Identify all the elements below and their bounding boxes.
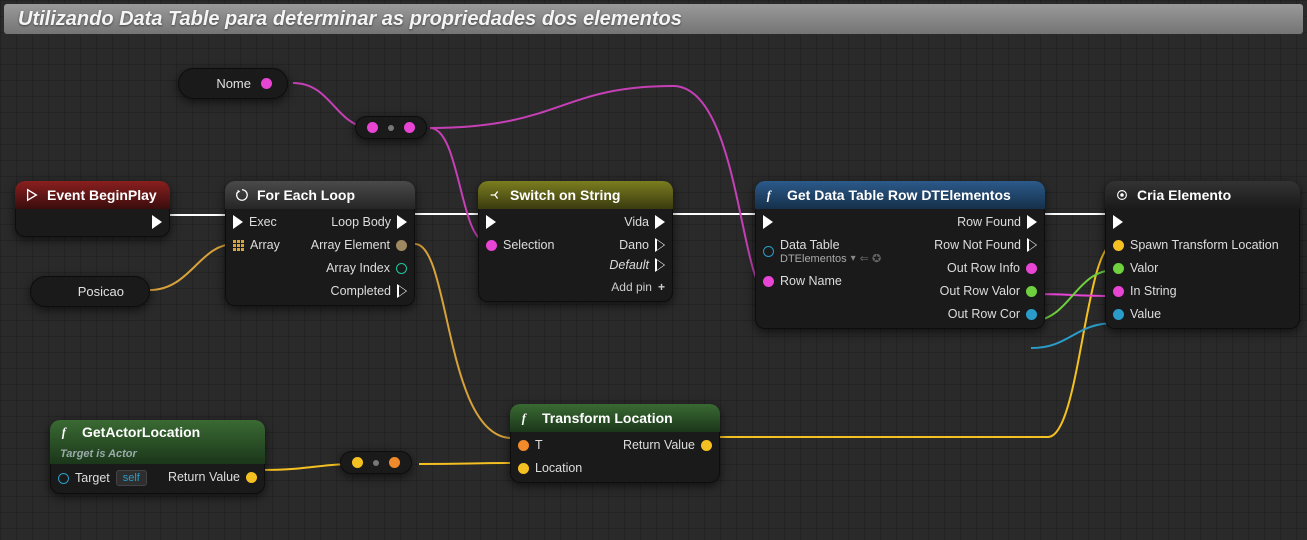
pin-array-element-out[interactable]: Array Element (311, 238, 407, 252)
pin-loopbody-out[interactable]: Loop Body (331, 215, 407, 229)
variable-posicao[interactable]: Posicao (30, 276, 150, 307)
pin-valor[interactable]: Valor (1113, 261, 1279, 275)
svg-text:f: f (62, 425, 68, 439)
pin-case-vida[interactable]: Vida (624, 215, 665, 229)
pin-array-index-out[interactable]: Array Index (326, 261, 407, 275)
graph-canvas[interactable]: Nome Event BeginPlay Posicao For Each Lo… (0, 38, 1307, 540)
node-header: f Transform Location (510, 404, 720, 432)
reroute-dot (388, 125, 394, 131)
pin-completed-out[interactable]: Completed (331, 284, 407, 298)
collapse-icon (1115, 188, 1129, 202)
node-transform-location[interactable]: f Transform Location T Location Return V… (510, 404, 720, 483)
variable-label: Nome (216, 76, 251, 91)
pin-spawn-transform-location[interactable]: Spawn Transform Location (1113, 238, 1279, 252)
node-header: Switch on String (478, 181, 673, 209)
reroute-in[interactable] (352, 457, 363, 468)
add-pin-button[interactable]: Add pin+ (611, 280, 665, 294)
pin-selection-in[interactable]: Selection (486, 238, 554, 252)
svg-text:f: f (522, 411, 528, 425)
node-header: For Each Loop (225, 181, 415, 209)
pin-value[interactable]: Value (1113, 307, 1279, 321)
pin-target-in[interactable]: Target self (58, 470, 147, 486)
node-title: Event BeginPlay (47, 187, 157, 203)
pin-exec-in[interactable] (486, 215, 554, 229)
pin-outrowcor-out[interactable]: Out Row Cor (948, 307, 1037, 321)
chevron-down-icon[interactable]: ▾ (851, 253, 856, 264)
pin-exec-in[interactable] (763, 215, 881, 229)
node-header: Event BeginPlay (15, 181, 170, 209)
variable-nome[interactable]: Nome (178, 68, 288, 99)
pin-case-dano[interactable]: Dano (619, 238, 665, 252)
plus-icon: + (658, 280, 665, 294)
reroute-node-1[interactable] (355, 116, 427, 139)
pin-array-in[interactable]: Array (233, 238, 280, 252)
reroute-in[interactable] (367, 122, 378, 133)
node-subtitle: Target is Actor (60, 448, 137, 460)
switch-icon (488, 188, 502, 202)
reroute-node-2[interactable] (340, 451, 412, 474)
pin-outrowinfo-out[interactable]: Out Row Info (947, 261, 1037, 275)
variable-label: Posicao (78, 284, 124, 299)
node-event-beginplay[interactable]: Event BeginPlay (15, 181, 170, 237)
pin-location-in[interactable]: Location (518, 461, 582, 475)
comment-title: Utilizando Data Table para determinar as… (4, 4, 1303, 34)
node-header: f GetActorLocation Target is Actor (50, 420, 265, 464)
pin-rowfound-out[interactable]: Row Found (957, 215, 1037, 229)
pin-default[interactable]: Default (609, 258, 665, 272)
function-icon: f (765, 188, 779, 202)
node-header: Cria Elemento (1105, 181, 1300, 209)
browse-icon[interactable]: ⇐ ✪ (860, 252, 882, 265)
function-icon: f (520, 411, 534, 425)
function-icon: f (60, 425, 74, 439)
node-switch-string[interactable]: Switch on String Selection Vida Dano Def… (478, 181, 673, 302)
reroute-out[interactable] (389, 457, 400, 468)
reroute-dot (373, 460, 379, 466)
node-cria-elemento[interactable]: Cria Elemento Spawn Transform Location V… (1105, 181, 1300, 329)
pin-t-in[interactable]: T (518, 438, 582, 452)
node-title: For Each Loop (257, 187, 355, 203)
pin-instring[interactable]: In String (1113, 284, 1279, 298)
datatable-value: DTElementos (780, 253, 847, 265)
node-get-actor-location[interactable]: f GetActorLocation Target is Actor Targe… (50, 420, 265, 494)
loop-icon (235, 188, 249, 202)
pin-exec-in[interactable]: Exec (233, 215, 280, 229)
node-title: Cria Elemento (1137, 187, 1231, 203)
pin-return-value-out[interactable]: Return Value (168, 470, 257, 484)
pin-rowname-in[interactable]: Row Name (763, 274, 881, 288)
node-title: Transform Location (542, 410, 673, 426)
node-header: f Get Data Table Row DTElementos (755, 181, 1045, 209)
target-self-chip: self (116, 470, 147, 486)
node-title: GetActorLocation (82, 424, 200, 440)
node-get-data-table-row[interactable]: f Get Data Table Row DTElementos Data Ta… (755, 181, 1045, 329)
event-icon (25, 188, 39, 202)
node-foreach-loop[interactable]: For Each Loop Exec Array Loop Body Array… (225, 181, 415, 306)
node-title: Switch on String (510, 187, 620, 203)
pin-rownotfound-out[interactable]: Row Not Found (934, 238, 1037, 252)
svg-text:f: f (767, 188, 773, 202)
pin-exec-in[interactable] (1113, 215, 1279, 229)
pin-outrowvalor-out[interactable]: Out Row Valor (940, 284, 1037, 298)
node-title: Get Data Table Row DTElementos (787, 187, 1011, 203)
pin-datatable-in[interactable]: Data Table DTElementos ▾ ⇐ ✪ (763, 238, 881, 265)
pin-return-value-out[interactable]: Return Value (623, 438, 712, 452)
pin-exec-out[interactable] (152, 215, 162, 229)
reroute-out[interactable] (404, 122, 415, 133)
pin-output-string[interactable] (261, 78, 272, 89)
